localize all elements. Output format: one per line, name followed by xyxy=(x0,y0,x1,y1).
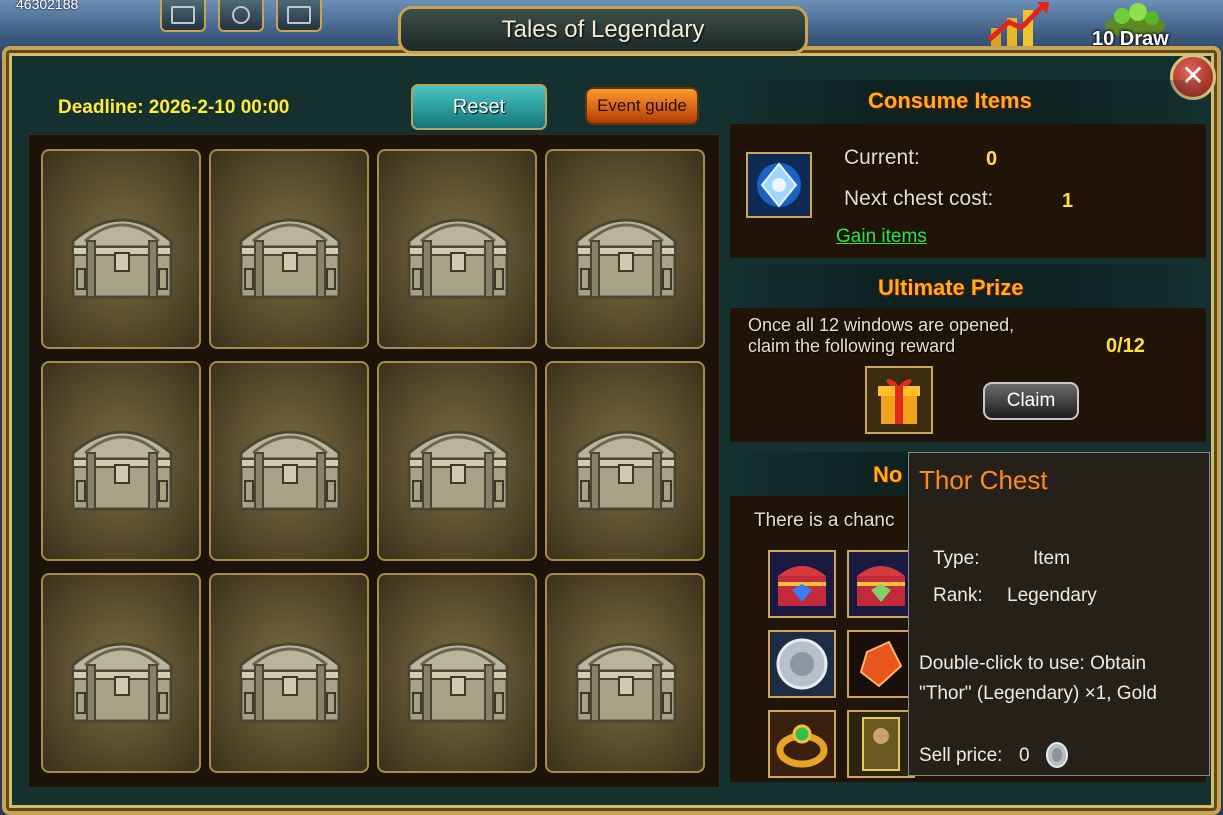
closed-chest-icon xyxy=(407,218,509,299)
event-guide-button[interactable]: Event guide xyxy=(585,87,699,125)
rank-chart-icon[interactable] xyxy=(985,0,1055,50)
ultimate-reward-slot[interactable] xyxy=(865,366,933,434)
hud-settings-button[interactable] xyxy=(218,0,264,32)
chest-slot[interactable] xyxy=(377,573,537,773)
ultimate-progress: 0/12 xyxy=(1106,335,1145,357)
crystal-token-icon xyxy=(748,154,810,216)
closed-chest-icon xyxy=(239,430,341,511)
tooltip-use-line2: "Thor" (Legendary) ×1, Gold xyxy=(919,683,1157,704)
chest-slot[interactable] xyxy=(209,573,369,773)
ultimate-desc-line1: Once all 12 windows are opened, xyxy=(748,315,1015,335)
tooltip-sell-value: 0 xyxy=(1019,745,1030,766)
closed-chest-icon xyxy=(575,218,677,299)
hud-shop-button[interactable] xyxy=(160,0,206,32)
chest-slot[interactable] xyxy=(209,361,369,561)
silver-coin-icon xyxy=(1046,742,1068,768)
tooltip-rank-label: Rank: xyxy=(933,585,983,606)
reward-slot-4[interactable] xyxy=(847,630,915,698)
hud-stack-button[interactable] xyxy=(276,0,322,32)
normal-prize-title: No xyxy=(873,462,903,487)
reward-slot-3[interactable] xyxy=(768,630,836,698)
tooltip-use-line1: Double-click to use: Obtain xyxy=(919,653,1147,674)
chest-slot[interactable] xyxy=(377,149,537,349)
treasure-chest-green-icon xyxy=(849,552,913,616)
closed-chest-icon xyxy=(239,642,341,723)
orange-gem-icon xyxy=(849,632,913,696)
next-cost-label: Next chest cost: xyxy=(844,187,994,210)
window-title: Tales of Legendary xyxy=(501,16,705,43)
closed-chest-icon xyxy=(71,430,173,511)
tooltip-type-label: Type: xyxy=(933,548,980,569)
current-value: 0 xyxy=(986,148,998,170)
closed-chest-icon xyxy=(575,642,677,723)
gold-ring-icon xyxy=(770,712,834,776)
hero-card-icon xyxy=(849,712,913,776)
item-tooltip: Thor Chest Type: Item Rank: Legendary Do… xyxy=(908,452,1210,776)
chest-slot[interactable] xyxy=(545,149,705,349)
next-cost-value: 1 xyxy=(1062,190,1074,212)
tooltip-sell-label: Sell price: xyxy=(919,745,1003,766)
deadline-text: Deadline: 2026-2-10 00:00 xyxy=(58,97,290,118)
closed-chest-icon xyxy=(407,430,509,511)
ultimate-desc-line2: claim the following reward xyxy=(748,336,956,356)
chest-slot[interactable] xyxy=(41,573,201,773)
chest-slot[interactable] xyxy=(377,361,537,561)
consume-item-slot[interactable] xyxy=(746,152,812,218)
reward-slot-1[interactable] xyxy=(768,550,836,618)
chest-slot[interactable] xyxy=(545,573,705,773)
gain-items-link[interactable]: Gain items xyxy=(836,226,927,248)
current-label: Current: xyxy=(844,146,920,169)
normal-desc: There is a chanc xyxy=(754,510,895,531)
reward-slot-2[interactable] xyxy=(847,550,915,618)
claim-button[interactable]: Claim xyxy=(983,382,1079,420)
consume-items-title: Consume Items xyxy=(868,88,1032,113)
closed-chest-icon xyxy=(407,642,509,723)
reset-button[interactable]: Reset xyxy=(411,84,547,130)
tooltip-title: Thor Chest xyxy=(919,465,1048,495)
chest-slot[interactable] xyxy=(41,149,201,349)
gift-box-icon xyxy=(867,368,931,432)
chest-slot[interactable] xyxy=(209,149,369,349)
treasure-chest-blue-icon xyxy=(770,552,834,616)
tooltip-rank-value: Legendary xyxy=(1007,585,1097,606)
silver-coin-icon xyxy=(770,632,834,696)
closed-chest-icon xyxy=(575,430,677,511)
ultimate-prize-title: Ultimate Prize xyxy=(878,275,1024,300)
chest-grid xyxy=(28,134,720,788)
title-plate: Tales of Legendary xyxy=(398,6,808,54)
tooltip-type-value: Item xyxy=(1033,548,1070,569)
closed-chest-icon xyxy=(71,218,173,299)
reward-slot-5[interactable] xyxy=(768,710,836,778)
chest-slot[interactable] xyxy=(41,361,201,561)
closed-chest-icon xyxy=(71,642,173,723)
closed-chest-icon xyxy=(239,218,341,299)
score-counter: 46302188 xyxy=(16,0,79,12)
chest-slot[interactable] xyxy=(545,361,705,561)
reward-slot-6[interactable] xyxy=(847,710,915,778)
